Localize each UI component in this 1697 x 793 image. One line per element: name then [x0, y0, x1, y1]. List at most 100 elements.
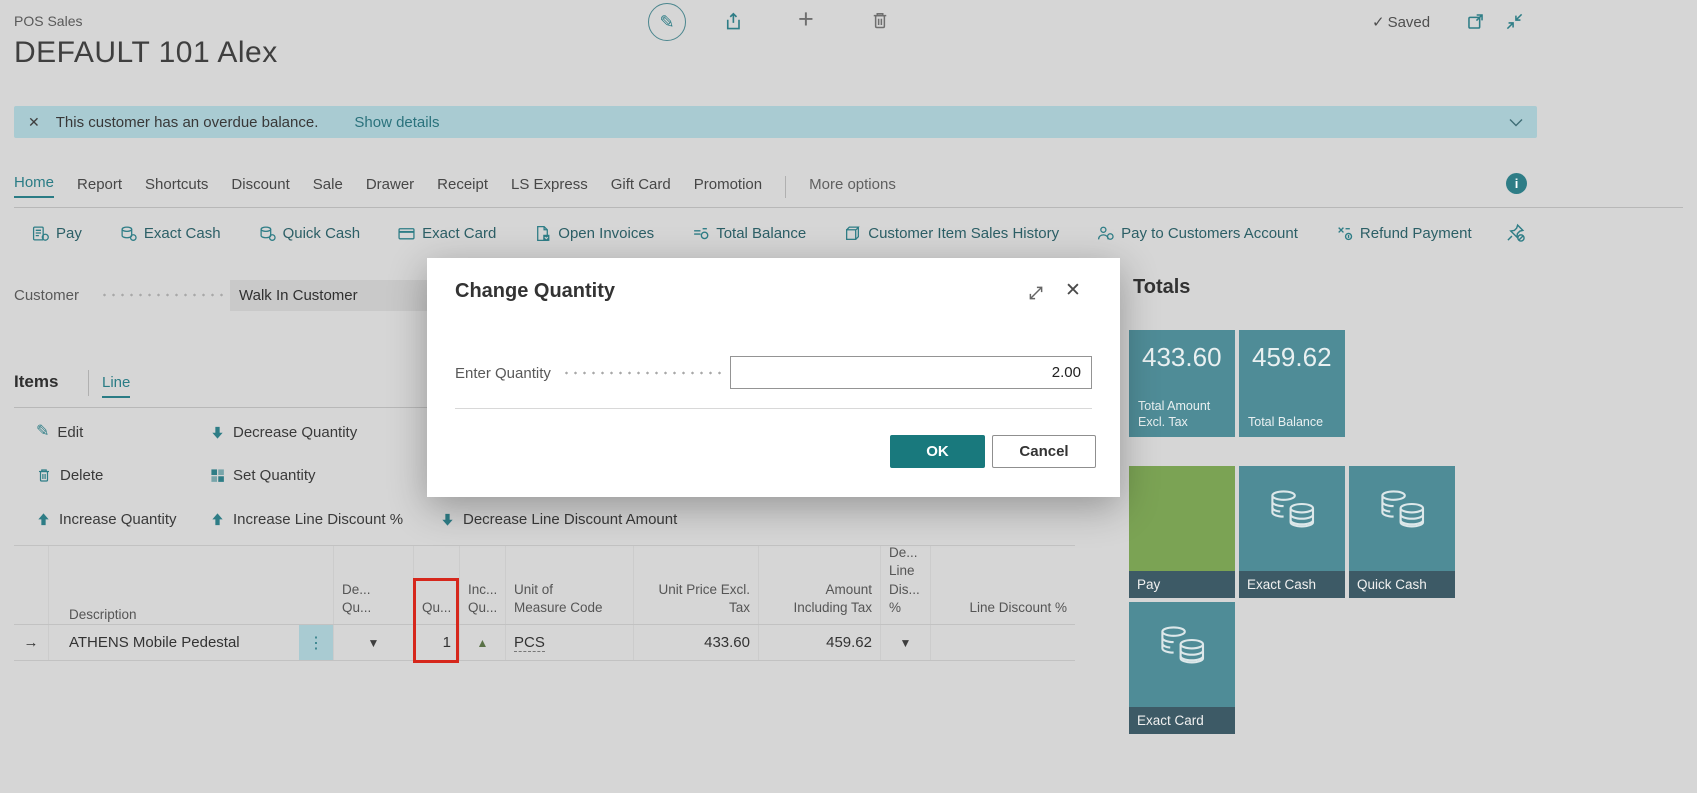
open-in-new-window-button[interactable]	[1466, 12, 1485, 36]
grid-icon	[211, 468, 224, 482]
row-arrow-icon: →	[23, 634, 39, 651]
save-status: ✓ Saved	[1372, 13, 1430, 32]
info-icon[interactable]: i	[1506, 173, 1527, 194]
total-balance-tile[interactable]: 459.62 Total Balance	[1239, 330, 1345, 437]
edit-action[interactable]: ✎ Edit	[36, 421, 83, 443]
tab-sale[interactable]: Sale	[313, 176, 343, 198]
toolbar-button-pay[interactable]: Pay	[32, 225, 82, 242]
toolbar-button-quick-cash[interactable]: Quick Cash	[259, 224, 361, 242]
header-line-discount[interactable]: Line Discount %	[930, 546, 1075, 624]
unpin-toolbar-button[interactable]	[1506, 223, 1525, 247]
cell-decrease-line-discount[interactable]: ▼	[880, 625, 930, 660]
customer-field-value[interactable]: Walk In Customer	[230, 280, 456, 311]
ok-button[interactable]: OK	[890, 435, 985, 468]
collapse-page-button[interactable]	[1505, 12, 1524, 36]
toolbar-button-total-balance[interactable]: Total Balance	[692, 225, 806, 242]
cell-unit-of-measure: PCS	[505, 625, 633, 660]
tab-report[interactable]: Report	[77, 176, 122, 198]
tabs-divider	[785, 176, 787, 198]
total-amount-label: Total Amount Excl. Tax	[1138, 398, 1211, 429]
pay-tile-button[interactable]: Pay	[1129, 466, 1235, 598]
row-more-options-icon[interactable]: ⋮	[299, 625, 333, 660]
delete-action[interactable]: Delete	[36, 464, 103, 486]
dialog-title: Change Quantity	[455, 280, 616, 302]
toolbar-button-pay-to-customers-account[interactable]: Pay to Customers Account	[1097, 225, 1298, 242]
set-quantity-action[interactable]: Set Quantity	[210, 464, 316, 486]
quick-cash-tile-button[interactable]: Quick Cash	[1349, 466, 1455, 598]
header-unit-price[interactable]: Unit Price Excl. Tax	[633, 546, 758, 624]
decrease-line-discount-action[interactable]: Decrease Line Discount Amount	[440, 508, 677, 530]
tab-home[interactable]: Home	[14, 174, 55, 198]
decrease-quantity-action[interactable]: Decrease Quantity	[210, 421, 357, 443]
decrease-triangle-icon[interactable]: ▼	[368, 636, 380, 650]
lines-table: Description De... Qu... Qu... Inc... Qu.…	[14, 545, 1075, 663]
notification-message: This customer has an overdue balance.	[55, 113, 319, 131]
set-quantity-label: Set Quantity	[233, 466, 316, 484]
notification-show-details-link[interactable]: Show details	[354, 114, 439, 131]
header-quantity[interactable]: Qu...	[413, 546, 459, 624]
cancel-button[interactable]: Cancel	[992, 435, 1096, 468]
uom-link[interactable]: PCS	[514, 634, 545, 652]
header-description[interactable]: Description	[48, 546, 333, 624]
dialog-expand-icon[interactable]	[1027, 284, 1045, 307]
coins-icon	[1264, 488, 1320, 539]
total-amount-tile[interactable]: 433.60 Total Amount Excl. Tax	[1129, 330, 1235, 437]
item-description[interactable]: ATHENS Mobile Pedestal	[49, 634, 299, 651]
card-icon	[398, 227, 415, 239]
tab-items[interactable]: Items	[14, 372, 58, 392]
arrow-up-icon	[38, 512, 49, 525]
dialog-close-icon[interactable]: ✕	[1065, 279, 1081, 302]
tab-shortcuts[interactable]: Shortcuts	[145, 176, 208, 198]
header-amount[interactable]: Amount Including Tax	[758, 546, 880, 624]
cell-quantity[interactable]: 1	[413, 625, 459, 660]
customer-field-label: Customer	[14, 287, 80, 304]
cell-decrease-quantity[interactable]: ▼	[333, 625, 413, 660]
total-amount-value: 433.60	[1142, 342, 1222, 372]
header-decrease-line-discount[interactable]: De... Line Dis... %	[880, 545, 930, 624]
notification-chevron-down-icon[interactable]	[1509, 118, 1523, 127]
toolbar-button-exact-card[interactable]: Exact Card	[398, 225, 496, 242]
decrease-line-discount-triangle-icon[interactable]: ▼	[900, 636, 912, 650]
toolbar-label: Customer Item Sales History	[868, 224, 1060, 242]
tab-receipt[interactable]: Receipt	[437, 176, 488, 198]
cell-description[interactable]: ATHENS Mobile Pedestal ⋮	[48, 625, 333, 660]
tab-line[interactable]: Line	[102, 374, 131, 398]
arrow-down-icon	[442, 513, 453, 526]
notification-close-icon[interactable]: ✕	[28, 114, 40, 131]
cell-amount[interactable]: 459.62	[758, 625, 880, 660]
exact-cash-tile-button[interactable]: Exact Cash	[1239, 466, 1345, 598]
exact-card-tile-label: Exact Card	[1129, 707, 1235, 734]
increase-quantity-action[interactable]: Increase Quantity	[36, 508, 177, 530]
exact-card-tile-button[interactable]: Exact Card	[1129, 602, 1235, 734]
toolbar-button-refund-payment[interactable]: Refund Payment	[1336, 225, 1472, 242]
tab-ls-express[interactable]: LS Express	[511, 176, 588, 198]
collapse-icon	[1506, 13, 1523, 30]
cell-line-discount[interactable]	[930, 625, 1075, 660]
delete-document-button[interactable]	[870, 10, 890, 35]
toolbar-button-open-invoices[interactable]: Open Invoices	[534, 225, 654, 242]
more-options-button[interactable]: More options	[809, 176, 896, 198]
tab-gift-card[interactable]: Gift Card	[611, 176, 671, 198]
toolbar-button-customer-item-sales-history[interactable]: Customer Item Sales History	[844, 225, 1059, 242]
pos-sales-page: POS Sales ✎ + ✓ Saved DEFAULT 101 Alex ✕…	[0, 0, 1697, 793]
tab-promotion[interactable]: Promotion	[694, 176, 762, 198]
tab-discount[interactable]: Discount	[231, 176, 289, 198]
increase-line-discount-action[interactable]: Increase Line Discount %	[210, 508, 403, 530]
edit-title-button[interactable]: ✎	[648, 3, 686, 41]
cell-increase-quantity[interactable]: ▲	[459, 625, 505, 660]
toolbar-button-exact-cash[interactable]: Exact Cash	[120, 225, 221, 242]
share-button[interactable]	[724, 11, 744, 36]
toolbar-label: Exact Card	[422, 224, 497, 242]
tab-drawer[interactable]: Drawer	[366, 176, 414, 198]
new-button[interactable]: +	[798, 4, 814, 35]
cell-unit-price[interactable]: 433.60	[633, 625, 758, 660]
increase-line-discount-label: Increase Line Discount %	[233, 510, 404, 528]
toolbar-label: Quick Cash	[282, 224, 361, 242]
header-decrease-quantity[interactable]: De... Qu...	[333, 546, 413, 624]
pencil-icon: ✎	[36, 423, 50, 440]
increase-triangle-icon[interactable]: ▲	[477, 636, 489, 650]
enter-quantity-input[interactable]	[730, 356, 1092, 389]
header-unit-of-measure[interactable]: Unit of Measure Code	[505, 546, 633, 624]
dialog-divider	[455, 408, 1092, 409]
header-increase-quantity[interactable]: Inc... Qu...	[459, 546, 505, 624]
